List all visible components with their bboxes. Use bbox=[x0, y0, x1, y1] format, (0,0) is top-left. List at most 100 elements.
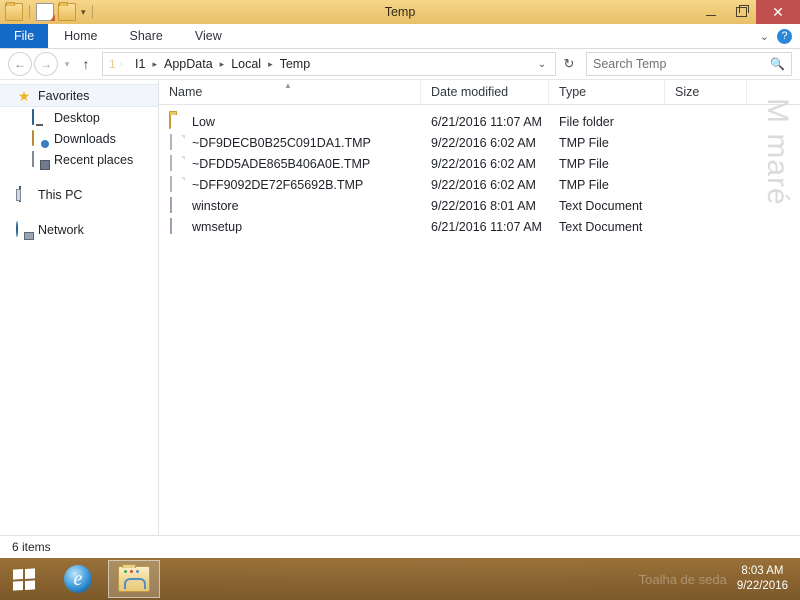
taskbar-item-internet-explorer[interactable]: e bbox=[52, 560, 104, 598]
table-row[interactable]: wmsetup 6/21/2016 11:07 AM Text Document bbox=[159, 216, 800, 237]
monitor-icon bbox=[32, 108, 48, 126]
column-label: Size bbox=[675, 85, 700, 99]
file-date-cell: 9/22/2016 6:02 AM bbox=[431, 177, 536, 192]
file-type-cell: File folder bbox=[559, 114, 614, 129]
column-label: Date modified bbox=[431, 85, 509, 99]
breadcrumb-separator-icon: ▸ bbox=[152, 58, 157, 69]
file-name: ~DFF9092DE72F65692B.TMP bbox=[192, 177, 364, 192]
close-icon: ✕ bbox=[772, 4, 784, 20]
up-button[interactable]: ↑ bbox=[76, 57, 96, 71]
this-pc-icon bbox=[16, 185, 32, 203]
tab-home[interactable]: Home bbox=[48, 24, 113, 48]
tab-file[interactable]: File bbox=[0, 24, 49, 48]
search-icon: 🔍 bbox=[770, 57, 785, 71]
search-input[interactable]: Search Temp bbox=[593, 57, 770, 71]
quick-access-toolbar: ▾ bbox=[0, 0, 95, 24]
address-bar: ← → ▾ ↑ 1 › I1 ▸ AppData ▸ Local ▸ Temp … bbox=[0, 49, 800, 79]
search-box[interactable]: Search Temp 🔍 bbox=[586, 52, 792, 76]
minimize-icon bbox=[706, 14, 716, 16]
folder-icon bbox=[169, 112, 185, 130]
window-body: ★ Favorites Desktop Downloads Recent pla… bbox=[0, 79, 800, 535]
column-header-name[interactable]: Name ▲ bbox=[159, 80, 421, 104]
text-document-icon bbox=[169, 217, 185, 235]
back-button[interactable]: ← bbox=[8, 52, 32, 76]
column-header-type[interactable]: Type bbox=[549, 80, 665, 104]
screen: Boca ▾ Temp ✕ File Home Share bbox=[0, 0, 800, 600]
taskbar-item-file-explorer[interactable] bbox=[108, 560, 160, 598]
table-row[interactable]: ~DF9DECB0B25C091DA1.TMP 9/22/2016 6:02 A… bbox=[159, 132, 800, 153]
ribbon-right-controls: ⌄ ? bbox=[760, 24, 800, 48]
table-row[interactable]: winstore 9/22/2016 8:01 AM Text Document bbox=[159, 195, 800, 216]
tab-share[interactable]: Share bbox=[114, 24, 179, 48]
breadcrumb-item-0[interactable]: I1 bbox=[133, 57, 147, 71]
sidebar-item-network[interactable]: Network bbox=[0, 219, 158, 240]
breadcrumb-item-3[interactable]: Temp bbox=[278, 57, 313, 71]
network-icon bbox=[16, 220, 32, 238]
file-list: Name ▲ Date modified Type Size Low 6/21/… bbox=[159, 80, 800, 535]
refresh-button[interactable]: ↻ bbox=[558, 56, 580, 72]
sidebar-item-downloads[interactable]: Downloads bbox=[0, 128, 158, 149]
text-document-icon bbox=[169, 196, 185, 214]
file-explorer-icon bbox=[118, 564, 150, 592]
ribbon-tabs: File Home Share View ⌄ ? bbox=[0, 24, 800, 49]
restore-icon bbox=[735, 5, 749, 17]
item-count: 6 items bbox=[12, 540, 51, 554]
close-button[interactable]: ✕ bbox=[756, 0, 800, 24]
address-dropdown-icon[interactable]: ⌄ bbox=[533, 59, 551, 70]
file-name: wmsetup bbox=[192, 219, 243, 234]
sidebar-item-label: Favorites bbox=[38, 88, 90, 103]
breadcrumb-item-1[interactable]: AppData bbox=[162, 57, 215, 71]
sidebar-item-label: Downloads bbox=[54, 131, 116, 146]
address-field[interactable]: 1 › I1 ▸ AppData ▸ Local ▸ Temp ⌄ bbox=[102, 52, 556, 76]
divider bbox=[29, 5, 30, 19]
file-name: Low bbox=[192, 114, 215, 129]
chevron-down-icon[interactable]: ⌄ bbox=[760, 30, 769, 43]
new-folder-icon[interactable] bbox=[58, 2, 76, 21]
column-label: Type bbox=[559, 85, 587, 99]
file-type-cell: TMP File bbox=[559, 135, 609, 150]
address-ghost-separator: › bbox=[119, 58, 124, 70]
sidebar-item-desktop[interactable]: Desktop bbox=[0, 107, 158, 128]
properties-icon[interactable] bbox=[36, 3, 55, 21]
file-date-cell: 9/22/2016 6:02 AM bbox=[431, 135, 536, 150]
recent-places-icon bbox=[32, 150, 48, 168]
file-date-cell: 6/21/2016 11:07 AM bbox=[431, 219, 542, 234]
navigation-pane: ★ Favorites Desktop Downloads Recent pla… bbox=[0, 80, 159, 535]
table-row[interactable]: ~DFF9092DE72F65692B.TMP 9/22/2016 6:02 A… bbox=[159, 174, 800, 195]
folder-dots bbox=[124, 570, 139, 573]
file-type-cell: Text Document bbox=[559, 198, 643, 213]
folder-icon[interactable] bbox=[5, 2, 23, 21]
tab-view[interactable]: View bbox=[179, 24, 238, 48]
divider bbox=[91, 5, 93, 19]
windows-logo-icon bbox=[13, 567, 35, 591]
internet-explorer-icon: e bbox=[64, 565, 92, 593]
minimize-button[interactable] bbox=[696, 0, 726, 24]
window-title: Temp bbox=[384, 5, 416, 19]
recent-locations-icon[interactable]: ▾ bbox=[60, 59, 74, 70]
file-name-cell: Low bbox=[159, 112, 421, 130]
table-row[interactable]: ~DFDD5ADE865B406A0E.TMP 9/22/2016 6:02 A… bbox=[159, 153, 800, 174]
file-name: ~DF9DECB0B25C091DA1.TMP bbox=[192, 135, 371, 150]
forward-button[interactable]: → bbox=[34, 52, 58, 76]
restore-button[interactable] bbox=[726, 0, 756, 24]
help-icon[interactable]: ? bbox=[777, 28, 792, 44]
customize-dropdown-icon[interactable]: ▾ bbox=[81, 7, 86, 17]
file-icon bbox=[169, 154, 185, 172]
breadcrumb-item-2[interactable]: Local bbox=[229, 57, 263, 71]
column-label: Name bbox=[169, 85, 203, 99]
downloads-icon bbox=[32, 129, 48, 147]
file-name-cell: winstore bbox=[159, 196, 421, 214]
taskbar: e Toalha de seda 8:03 AM 9/22/2016 bbox=[0, 558, 800, 600]
column-headers: Name ▲ Date modified Type Size bbox=[159, 80, 800, 105]
clock[interactable]: 8:03 AM 9/22/2016 bbox=[737, 564, 792, 594]
sidebar-item-this-pc[interactable]: This PC bbox=[0, 184, 158, 205]
breadcrumb-separator-icon: ▸ bbox=[268, 58, 273, 69]
start-button[interactable] bbox=[0, 558, 48, 600]
sidebar-item-recent-places[interactable]: Recent places bbox=[0, 149, 158, 170]
sidebar-item-favorites[interactable]: ★ Favorites bbox=[0, 84, 158, 107]
column-header-date-modified[interactable]: Date modified bbox=[421, 80, 549, 104]
table-row[interactable]: Low 6/21/2016 11:07 AM File folder bbox=[159, 111, 800, 132]
column-header-size[interactable]: Size bbox=[665, 80, 747, 104]
window-controls: ✕ bbox=[696, 0, 800, 24]
status-bar: 6 items bbox=[0, 535, 800, 558]
